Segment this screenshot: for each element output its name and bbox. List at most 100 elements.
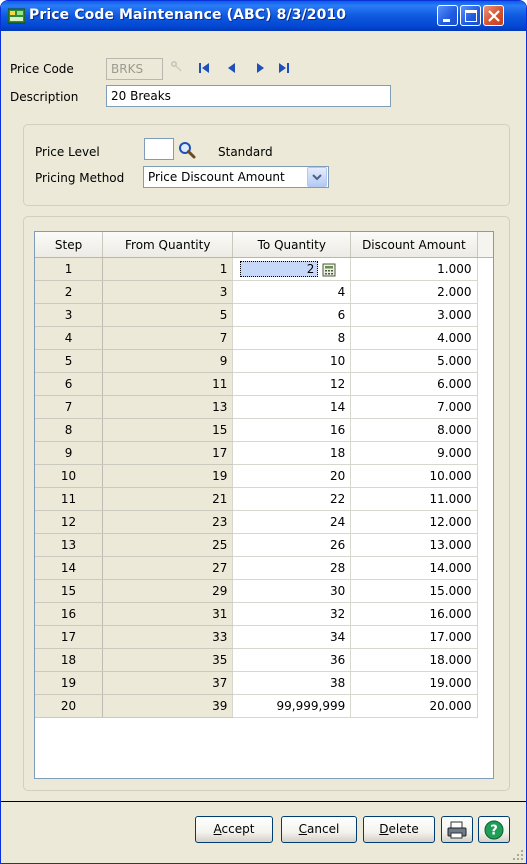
cell-step[interactable]: 16 <box>35 602 104 626</box>
cell-step[interactable]: 10 <box>35 464 104 488</box>
cell-from-quantity[interactable]: 7 <box>102 326 234 350</box>
cell-from-quantity[interactable]: 13 <box>102 395 234 419</box>
table-row[interactable]: 20 39 99,999,999 20.000 <box>35 694 493 718</box>
cell-step[interactable]: 15 <box>35 579 104 603</box>
cell-discount-amount[interactable]: 4.000 <box>350 326 478 350</box>
cell-from-quantity[interactable]: 19 <box>102 464 234 488</box>
table-row[interactable]: 2 3 4 2.000 <box>35 280 493 304</box>
cell-discount-amount[interactable]: 5.000 <box>350 349 478 373</box>
description-field[interactable]: 20 Breaks <box>106 85 391 107</box>
cell-to-quantity[interactable]: 30 <box>232 579 352 603</box>
cell-discount-amount[interactable]: 7.000 <box>350 395 478 419</box>
cell-discount-amount[interactable]: 1.000 <box>350 257 478 281</box>
table-row[interactable]: 18 35 36 18.000 <box>35 648 493 672</box>
table-row[interactable]: 12 23 24 12.000 <box>35 510 493 534</box>
table-row[interactable]: 3 5 6 3.000 <box>35 303 493 327</box>
cell-step[interactable]: 8 <box>35 418 104 442</box>
cell-step[interactable]: 2 <box>35 280 104 304</box>
cell-discount-amount[interactable]: 18.000 <box>350 648 478 672</box>
table-row[interactable]: 10 19 20 10.000 <box>35 464 493 488</box>
cell-to-quantity[interactable]: 2 <box>232 257 352 281</box>
cell-to-quantity[interactable]: 14 <box>232 395 352 419</box>
column-header-from-quantity[interactable]: From Quantity <box>102 232 234 258</box>
calculator-icon[interactable] <box>322 263 336 277</box>
cell-to-quantity[interactable]: 16 <box>232 418 352 442</box>
cell-discount-amount[interactable]: 11.000 <box>350 487 478 511</box>
cell-from-quantity[interactable]: 3 <box>102 280 234 304</box>
cell-step[interactable]: 20 <box>35 694 104 718</box>
cell-step[interactable]: 4 <box>35 326 104 350</box>
cancel-button[interactable]: Cancel <box>281 816 357 843</box>
cell-from-quantity[interactable]: 31 <box>102 602 234 626</box>
cell-to-quantity[interactable]: 6 <box>232 303 352 327</box>
maximize-button[interactable] <box>460 5 481 26</box>
minimize-button[interactable] <box>437 5 458 26</box>
cell-from-quantity[interactable]: 5 <box>102 303 234 327</box>
table-row[interactable]: 8 15 16 8.000 <box>35 418 493 442</box>
cell-to-quantity[interactable]: 26 <box>232 533 352 557</box>
price-code-field[interactable]: BRKS <box>106 58 163 80</box>
cell-to-quantity[interactable]: 12 <box>232 372 352 396</box>
cell-from-quantity[interactable]: 29 <box>102 579 234 603</box>
price-level-field[interactable] <box>144 138 174 160</box>
cell-discount-amount[interactable]: 15.000 <box>350 579 478 603</box>
cell-to-quantity[interactable]: 36 <box>232 648 352 672</box>
cell-step[interactable]: 7 <box>35 395 104 419</box>
cell-discount-amount[interactable]: 6.000 <box>350 372 478 396</box>
cell-to-quantity[interactable]: 34 <box>232 625 352 649</box>
price-break-grid[interactable]: Step From Quantity To Quantity Discount … <box>34 231 494 779</box>
cell-from-quantity[interactable]: 39 <box>102 694 234 718</box>
cell-to-quantity[interactable]: 8 <box>232 326 352 350</box>
cell-step[interactable]: 9 <box>35 441 104 465</box>
cell-discount-amount[interactable]: 14.000 <box>350 556 478 580</box>
accept-button[interactable]: Accept <box>195 816 273 843</box>
cell-step[interactable]: 14 <box>35 556 104 580</box>
table-row[interactable]: 7 13 14 7.000 <box>35 395 493 419</box>
cell-discount-amount[interactable]: 8.000 <box>350 418 478 442</box>
cell-from-quantity[interactable]: 25 <box>102 533 234 557</box>
table-row[interactable]: 13 25 26 13.000 <box>35 533 493 557</box>
cell-from-quantity[interactable]: 23 <box>102 510 234 534</box>
cell-discount-amount[interactable]: 17.000 <box>350 625 478 649</box>
table-row[interactable]: 9 17 18 9.000 <box>35 441 493 465</box>
cell-to-quantity[interactable]: 22 <box>232 487 352 511</box>
print-button[interactable] <box>441 816 473 843</box>
cell-discount-amount[interactable]: 3.000 <box>350 303 478 327</box>
cell-step[interactable]: 13 <box>35 533 104 557</box>
delete-button[interactable]: Delete <box>363 816 435 843</box>
cell-to-quantity[interactable]: 24 <box>232 510 352 534</box>
resize-grip-icon[interactable] <box>512 849 524 861</box>
title-bar[interactable]: Price Code Maintenance (ABC) 8/3/2010 <box>1 1 526 31</box>
last-record-icon[interactable] <box>277 62 291 74</box>
cell-discount-amount[interactable]: 13.000 <box>350 533 478 557</box>
table-row[interactable]: 14 27 28 14.000 <box>35 556 493 580</box>
previous-record-icon[interactable] <box>226 62 238 74</box>
cell-to-quantity[interactable]: 38 <box>232 671 352 695</box>
column-header-step[interactable]: Step <box>35 232 104 258</box>
table-row[interactable]: 19 37 38 19.000 <box>35 671 493 695</box>
cell-discount-amount[interactable]: 16.000 <box>350 602 478 626</box>
cell-step[interactable]: 19 <box>35 671 104 695</box>
cell-step[interactable]: 6 <box>35 372 104 396</box>
table-row[interactable]: 16 31 32 16.000 <box>35 602 493 626</box>
table-row[interactable]: 1 1 2 1.000 <box>35 257 493 281</box>
cell-discount-amount[interactable]: 20.000 <box>350 694 478 718</box>
table-row[interactable]: 15 29 30 15.000 <box>35 579 493 603</box>
column-header-discount-amount[interactable]: Discount Amount <box>350 232 478 258</box>
cell-from-quantity[interactable]: 33 <box>102 625 234 649</box>
cell-discount-amount[interactable]: 12.000 <box>350 510 478 534</box>
cell-from-quantity[interactable]: 35 <box>102 648 234 672</box>
cell-from-quantity[interactable]: 27 <box>102 556 234 580</box>
help-button[interactable]: ? <box>478 816 510 843</box>
cell-discount-amount[interactable]: 2.000 <box>350 280 478 304</box>
table-row[interactable]: 4 7 8 4.000 <box>35 326 493 350</box>
cell-discount-amount[interactable]: 19.000 <box>350 671 478 695</box>
cell-discount-amount[interactable]: 10.000 <box>350 464 478 488</box>
table-row[interactable]: 17 33 34 17.000 <box>35 625 493 649</box>
cell-to-quantity[interactable]: 4 <box>232 280 352 304</box>
cell-step[interactable]: 11 <box>35 487 104 511</box>
cell-step[interactable]: 18 <box>35 648 104 672</box>
table-row[interactable]: 6 11 12 6.000 <box>35 372 493 396</box>
cell-to-quantity[interactable]: 18 <box>232 441 352 465</box>
cell-from-quantity[interactable]: 11 <box>102 372 234 396</box>
